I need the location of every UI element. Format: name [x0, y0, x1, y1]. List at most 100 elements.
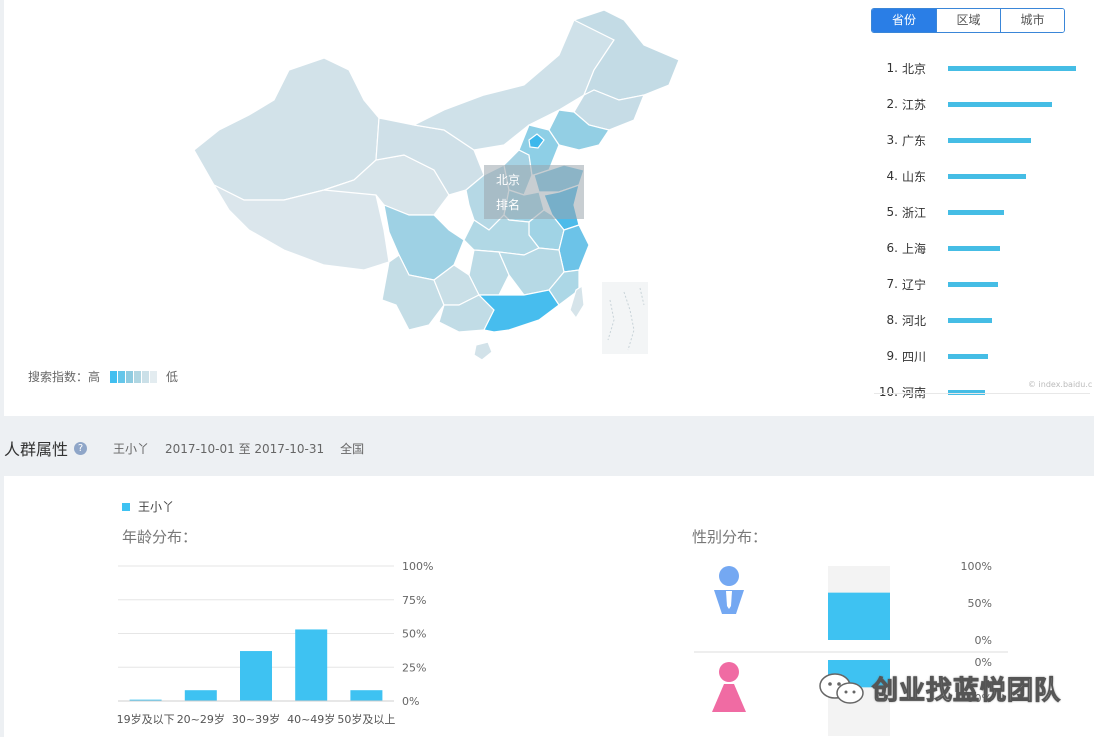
region-type-tabs: 省份 区域 城市: [871, 8, 1065, 33]
rank-province-name: 北京: [902, 61, 927, 76]
legend-swatches: [110, 370, 158, 383]
rank-number: 6.: [886, 241, 898, 255]
ranking-row[interactable]: 3. 广东: [876, 122, 1090, 158]
keyword-label: 王小丫: [113, 441, 150, 456]
rank-province-name: 上海: [902, 241, 927, 256]
rank-number: 7.: [886, 277, 898, 291]
ranking-row[interactable]: 9. 四川: [876, 338, 1090, 374]
male-ytick-label: 50%: [968, 597, 992, 610]
rank-province-name: 广东: [902, 133, 927, 148]
age-distribution-chart: 0% 25% 50% 75% 100% 19岁及以下 20~29岁 30~39岁 40~49岁 5…: [117, 560, 434, 726]
age-ytick-label: 0%: [402, 695, 419, 708]
male-icon-head: [719, 566, 739, 586]
rank-province-name: 山东: [902, 169, 927, 184]
rank-province-name: 江苏: [902, 97, 927, 112]
rank-province-name: 河南: [902, 385, 927, 400]
rank-bar-track: [948, 245, 1082, 251]
rank-bar: [948, 281, 998, 287]
rank-bar-track: [948, 65, 1082, 71]
age-bar: [240, 651, 272, 701]
legend-swatch: [110, 370, 118, 383]
tooltip-region: 北京: [496, 173, 520, 187]
age-ytick-label: 50%: [402, 628, 426, 641]
rank-number: 4.: [886, 169, 898, 183]
region-scope: 全国: [340, 441, 365, 456]
province-ranking-list: 1. 北京 2. 江苏 3. 广东 4. 山东 5. 浙江 6. 上海 7. 辽宁 8. 河北 9. 四川 10. 河…: [876, 50, 1090, 410]
age-category-label: 30~39岁: [232, 712, 280, 726]
gender-distribution-chart: 100%50%0%0%50%: [694, 560, 1008, 736]
legend-high-label: 搜索指数：高: [28, 370, 101, 384]
legend-swatch: [142, 370, 150, 383]
ranking-row[interactable]: 5. 浙江: [876, 194, 1090, 230]
tab-city[interactable]: 城市: [1000, 9, 1064, 32]
china-map[interactable]: 北京 排名: [4, 0, 864, 416]
legend-swatch: [134, 370, 142, 383]
series-legend-label: 王小丫: [138, 500, 175, 514]
series-legend[interactable]: 王小丫: [122, 498, 174, 515]
age-ytick-label: 100%: [402, 560, 433, 573]
age-bar: [295, 629, 328, 701]
rank-bar-track: [948, 173, 1082, 179]
age-category-label: 19岁及以下: [117, 712, 175, 726]
rank-province-name: 河北: [902, 313, 927, 328]
ranking-row[interactable]: 8. 河北: [876, 302, 1090, 338]
female-icon-head: [719, 662, 739, 682]
rank-bar-track: [948, 353, 1082, 359]
male-ytick-label: 100%: [961, 560, 992, 573]
rank-number: 10.: [878, 385, 898, 399]
ranking-row[interactable]: 2. 江苏: [876, 86, 1090, 122]
tab-area[interactable]: 区域: [936, 9, 1000, 32]
legend-swatch: [150, 370, 158, 383]
age-category-label: 40~49岁: [287, 712, 335, 726]
female-icon-body: [712, 684, 746, 712]
wechat-brand-text: 创业找蓝悦团队: [871, 676, 1062, 707]
male-icon: [714, 566, 744, 614]
tooltip-rank: 排名: [496, 197, 520, 212]
south-china-sea-inset: [602, 282, 648, 354]
age-distribution-title: 年龄分布：: [122, 528, 198, 546]
region-zhejiang[interactable]: [558, 224, 590, 273]
age-ytick-label: 25%: [402, 661, 426, 674]
gender-distribution-title: 性别分布：: [692, 528, 768, 546]
legend-low-label: 低: [166, 370, 179, 384]
crowd-attributes-header: 人群属性 ? 王小丫 2017-10-01 至 2017-10-31 全国: [0, 428, 1094, 468]
ranking-row[interactable]: 1. 北京: [876, 50, 1090, 86]
legend-swatch: [118, 370, 126, 383]
rank-bar: [948, 101, 1052, 107]
rank-bar: [948, 317, 992, 323]
rank-bar-track: [948, 281, 1082, 287]
rank-bar: [948, 65, 1076, 71]
age-bar: [184, 690, 217, 701]
wechat-icon: [819, 672, 864, 704]
date-range: 2017-10-01 至 2017-10-31: [165, 441, 325, 456]
rank-number: 5.: [886, 205, 898, 219]
rank-bar: [948, 245, 1001, 251]
ranking-row[interactable]: 4. 山东: [876, 158, 1090, 194]
male-bar: [828, 592, 890, 640]
rank-number: 2.: [886, 97, 898, 111]
rank-bar-track: [948, 101, 1082, 107]
ranking-row[interactable]: 7. 辽宁: [876, 266, 1090, 302]
rank-number: 3.: [886, 133, 898, 147]
rank-bar-track: [948, 209, 1082, 215]
rank-province-name: 四川: [902, 349, 927, 364]
male-ytick-label: 0%: [975, 634, 992, 647]
region-hainan[interactable]: [473, 341, 493, 361]
tab-province[interactable]: 省份: [872, 9, 936, 32]
ranking-divider: [874, 393, 1090, 394]
region-xinjiang[interactable]: [193, 57, 380, 201]
age-bar: [350, 690, 383, 701]
rank-province-name: 辽宁: [902, 277, 927, 292]
ranking-row[interactable]: 6. 上海: [876, 230, 1090, 266]
rank-bar-track: [948, 317, 1082, 323]
wechat-watermark: 创业找蓝悦团队: [818, 670, 1061, 707]
series-color-square: [122, 502, 130, 511]
help-icon[interactable]: ?: [74, 441, 88, 455]
age-category-label: 20~29岁: [177, 712, 225, 726]
legend-swatch: [126, 370, 134, 383]
map-tooltip: 北京 排名: [484, 165, 584, 219]
rank-bar-track: [948, 137, 1082, 143]
age-ytick-label: 75%: [402, 594, 426, 607]
rank-number: 1.: [886, 61, 898, 75]
search-index-legend: 搜索指数：高 低: [28, 368, 178, 385]
